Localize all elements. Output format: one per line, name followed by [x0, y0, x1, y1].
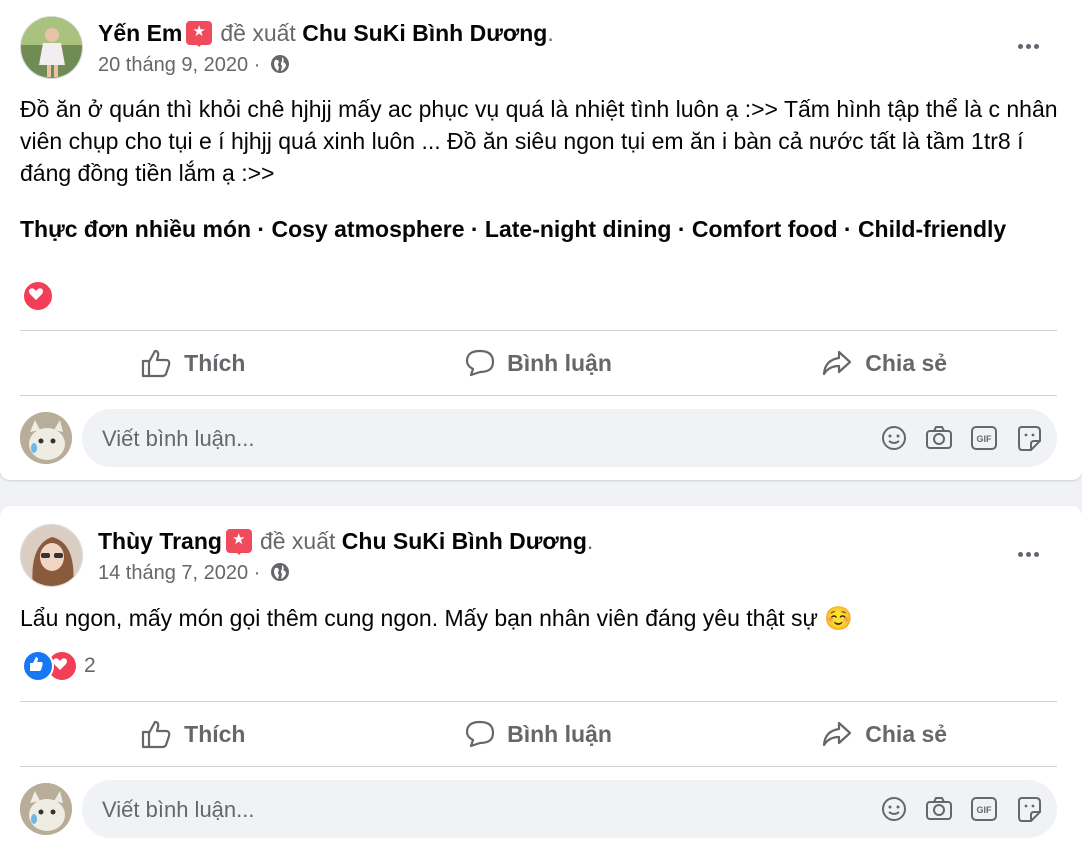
love-reaction-icon — [22, 280, 54, 312]
author-name[interactable]: Yến Em — [98, 20, 182, 46]
more-icon[interactable] — [1018, 36, 1048, 56]
globe-icon — [270, 562, 290, 589]
reaction-summary[interactable]: 2 — [22, 650, 96, 682]
post-date[interactable]: 14 tháng 7, 2020 — [98, 562, 248, 584]
sticker-icon[interactable] — [1015, 795, 1043, 823]
like-icon — [142, 349, 171, 378]
post-tags: Thực đơn nhiều món · Cosy atmosphere · L… — [20, 216, 1007, 242]
post-header: Yến Emđề xuất Chu SuKi Bình Dương. 20 th… — [20, 16, 1062, 80]
comment-tools: GIF — [863, 795, 1043, 823]
recommend-badge-icon — [186, 21, 213, 47]
comment-button[interactable]: Bình luận — [366, 332, 712, 394]
share-button[interactable]: Chia sẻ — [711, 332, 1057, 394]
svg-text:GIF: GIF — [977, 805, 993, 815]
like-reaction-icon — [22, 650, 54, 682]
gif-icon[interactable]: GIF — [970, 424, 998, 452]
author-avatar[interactable] — [20, 524, 83, 587]
comment-composer: GIF — [20, 780, 1057, 840]
page-name[interactable]: Chu SuKi Bình Dương — [302, 20, 547, 46]
recommend-verb: đề xuất — [259, 528, 336, 554]
divider — [20, 395, 1057, 396]
share-label: Chia sẻ — [865, 349, 948, 376]
comment-composer: GIF — [20, 409, 1057, 469]
comment-input[interactable] — [100, 409, 704, 469]
reaction-count: 2 — [84, 654, 96, 677]
post-text: Đồ ăn ở quán thì khỏi chê hjhjj mấy ac p… — [20, 96, 1058, 186]
emoji-icon[interactable] — [880, 424, 908, 452]
comment-box: GIF — [82, 409, 1057, 469]
author-avatar[interactable] — [20, 16, 83, 79]
divider — [20, 701, 1057, 702]
current-user-avatar[interactable] — [20, 783, 72, 835]
camera-icon[interactable] — [925, 424, 953, 452]
date-separator: · — [253, 562, 261, 584]
comment-icon — [466, 720, 495, 748]
comment-icon — [466, 349, 495, 377]
comment-box: GIF — [82, 780, 1057, 840]
comment-input[interactable] — [100, 780, 704, 840]
like-label: Thích — [184, 349, 246, 376]
action-bar: Thích Bình luận Chia sẻ — [20, 703, 1057, 765]
svg-text:GIF: GIF — [977, 434, 993, 444]
like-icon — [142, 720, 171, 749]
recommend-verb: đề xuất — [220, 20, 296, 46]
header-line: Yến Emđề xuất Chu SuKi Bình Dương. — [98, 18, 554, 48]
divider — [20, 766, 1057, 767]
comment-tools: GIF — [863, 424, 1043, 452]
post-date[interactable]: 20 tháng 9, 2020 — [98, 54, 248, 76]
like-button[interactable]: Thích — [20, 332, 366, 394]
share-label: Chia sẻ — [865, 720, 948, 747]
camera-icon[interactable] — [925, 795, 953, 823]
like-button[interactable]: Thích — [20, 703, 366, 765]
header-line: Thùy Trangđề xuất Chu SuKi Bình Dương. — [98, 526, 593, 556]
author-name[interactable]: Thùy Trang — [98, 528, 222, 554]
date-separator: · — [253, 54, 261, 76]
post-date-line: 14 tháng 7, 2020 · — [98, 560, 290, 589]
comment-label: Bình luận — [507, 349, 612, 376]
reaction-summary[interactable] — [22, 280, 54, 312]
current-user-avatar[interactable] — [20, 412, 72, 464]
divider — [20, 330, 1057, 331]
post-header: Thùy Trangđề xuất Chu SuKi Bình Dương. 1… — [20, 524, 1062, 588]
post-date-line: 20 tháng 9, 2020 · — [98, 52, 290, 81]
recommend-badge-icon — [225, 529, 252, 555]
comment-button[interactable]: Bình luận — [366, 703, 712, 765]
sticker-icon[interactable] — [1015, 424, 1043, 452]
post-text: Lẩu ngon, mấy món gọi thêm cung ngon. Mấ… — [20, 605, 853, 631]
emoji-icon[interactable] — [880, 795, 908, 823]
post-card: Thùy Trangđề xuất Chu SuKi Bình Dương. 1… — [0, 506, 1082, 848]
gif-icon[interactable]: GIF — [970, 795, 998, 823]
globe-icon — [270, 54, 290, 81]
share-icon — [823, 350, 852, 376]
post-card: Yến Emđề xuất Chu SuKi Bình Dương. 20 th… — [0, 0, 1082, 480]
share-button[interactable]: Chia sẻ — [711, 703, 1057, 765]
comment-label: Bình luận — [507, 720, 612, 747]
more-icon[interactable] — [1018, 544, 1048, 564]
action-bar: Thích Bình luận Chia sẻ — [20, 332, 1057, 394]
page-name[interactable]: Chu SuKi Bình Dương — [342, 528, 587, 554]
share-icon — [823, 721, 852, 747]
like-label: Thích — [184, 720, 246, 747]
